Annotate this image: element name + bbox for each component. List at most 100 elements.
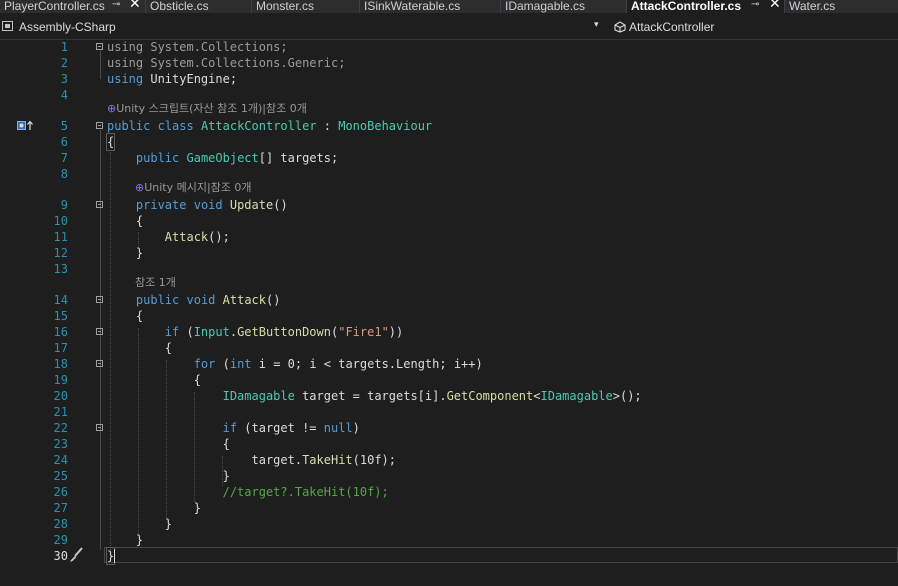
code-line[interactable]: 3 using UnityEngine;: [0, 71, 898, 87]
code-line[interactable]: 10 {: [0, 213, 898, 229]
brace: {: [107, 214, 144, 228]
codelens-unity-script[interactable]: ⊕Unity 스크립트(자산 참조 1개)|참조 0개: [107, 101, 307, 117]
code-line[interactable]: 29 }: [0, 532, 898, 548]
tab-obsticle[interactable]: Obsticle.cs: [146, 0, 252, 13]
code-line[interactable]: 21: [0, 404, 898, 420]
punctuation: <: [533, 389, 541, 403]
tab-isinkwaterable[interactable]: ISinkWaterable.cs: [360, 0, 501, 13]
line-number: 14: [53, 293, 68, 307]
brace: }: [107, 246, 144, 260]
type-name: IDamagable: [540, 389, 613, 403]
code-line[interactable]: 28 }: [0, 516, 898, 532]
code-line[interactable]: 14 public void Attack(): [0, 292, 898, 308]
line-number: 12: [53, 246, 68, 260]
line-number: 17: [53, 341, 68, 355]
keyword: public: [135, 293, 180, 307]
type-dropdown[interactable]: AttackController: [610, 15, 898, 39]
code-line[interactable]: 26 //target?.TakeHit(10f);: [0, 484, 898, 500]
line-number: 21: [53, 405, 68, 419]
punctuation: (10f);: [352, 453, 397, 467]
method-call: GetComponent: [446, 389, 534, 403]
line-number: 18: [53, 357, 68, 371]
keyword: public: [135, 151, 180, 165]
collapse-icon[interactable]: [96, 296, 103, 303]
collapse-icon[interactable]: [96, 122, 103, 129]
expression: target.: [107, 453, 303, 467]
pin-icon[interactable]: ⊸: [112, 0, 120, 11]
collapse-icon[interactable]: [96, 201, 103, 208]
collapse-icon[interactable]: [96, 43, 103, 50]
tab-label: Water.cs: [789, 0, 836, 13]
collapse-icon[interactable]: [96, 360, 103, 367]
tab-attackcontroller[interactable]: AttackController.cs ⊸ ✕: [627, 0, 785, 13]
namespace: UnityEngine;: [143, 72, 238, 86]
code-line[interactable]: 19 {: [0, 372, 898, 388]
line-number: 20: [53, 389, 68, 403]
csharp-project-icon: [2, 21, 13, 31]
codelens-unity-message[interactable]: ⊕Unity 메시지|참조 0개: [135, 180, 252, 196]
code-line[interactable]: 9 private void Update(): [0, 197, 898, 213]
code-line[interactable]: 30 }: [0, 547, 898, 565]
line-number: 22: [53, 421, 68, 435]
code-line[interactable]: 12 }: [0, 245, 898, 261]
unity-icon: ⊕: [107, 102, 117, 115]
brace: {: [107, 373, 201, 387]
code-line[interactable]: 16 if (Input.GetButtonDown("Fire1")): [0, 324, 898, 340]
line-number: 15: [53, 309, 68, 323]
code-line[interactable]: 7 public GameObject[] targets;: [0, 150, 898, 166]
code-line[interactable]: 22 if (target != null): [0, 420, 898, 436]
punctuation: >();: [612, 389, 642, 403]
tab-label: IDamagable.cs: [505, 0, 586, 13]
line-number: 23: [53, 437, 68, 451]
punctuation: .: [229, 325, 238, 339]
pin-icon[interactable]: ⊸: [751, 0, 759, 11]
keyword-using: using: [107, 56, 144, 70]
code-line[interactable]: 24 target.TakeHit(10f);: [0, 452, 898, 468]
tab-water[interactable]: Water.cs: [785, 0, 898, 13]
code-line[interactable]: 1 using System.Collections;: [0, 39, 898, 55]
collapse-icon[interactable]: [96, 328, 103, 335]
line-number: 1: [60, 40, 68, 54]
keyword: public: [107, 119, 151, 133]
code-line[interactable]: 27 }: [0, 500, 898, 516]
tab-label: Monster.cs: [256, 0, 315, 13]
document-tab-bar: PlayerController.cs ⊸ ✕ Obsticle.cs Mons…: [0, 0, 898, 13]
tab-playercontroller[interactable]: PlayerController.cs ⊸ ✕: [0, 0, 146, 13]
tab-label: AttackController.cs: [631, 0, 742, 13]
code-line[interactable]: 15 {: [0, 308, 898, 324]
brace: }: [107, 517, 173, 531]
method-call: Attack: [164, 230, 209, 244]
code-line[interactable]: 25 }: [0, 468, 898, 484]
code-line[interactable]: 23 {: [0, 436, 898, 452]
comment: //target?.TakeHit(10f);: [222, 485, 389, 499]
loop-expression: i = 0; i < targets.Length; i++): [251, 357, 483, 371]
code-line[interactable]: 11 Attack();: [0, 229, 898, 245]
punctuation: (: [215, 357, 230, 371]
keyword: if: [222, 421, 238, 435]
code-line[interactable]: 18 for (int i = 0; i < targets.Length; i…: [0, 356, 898, 372]
code-editor[interactable]: 1 using System.Collections; 2 using Syst…: [0, 40, 898, 586]
close-icon[interactable]: ✕: [769, 0, 781, 10]
line-number: 9: [60, 198, 68, 212]
tab-label: PlayerController.cs: [4, 0, 105, 13]
code-line[interactable]: 2 using System.Collections.Generic;: [0, 55, 898, 71]
code-line[interactable]: 6 {: [0, 133, 898, 151]
code-line[interactable]: 5 public class AttackController : MonoBe…: [0, 118, 898, 134]
codelens-references[interactable]: 참조 1개: [135, 275, 176, 291]
line-number: 29: [53, 533, 68, 547]
code-line[interactable]: 20 IDamagable target = targets[i].GetCom…: [0, 388, 898, 404]
line-number: 6: [60, 135, 68, 149]
brace: }: [107, 501, 201, 515]
code-line[interactable]: 17 {: [0, 340, 898, 356]
brace: {: [107, 341, 173, 355]
project-dropdown[interactable]: Assembly-CSharp ▾: [0, 15, 606, 39]
line-number: 8: [60, 167, 68, 181]
tab-idamagable[interactable]: IDamagable.cs: [501, 0, 627, 13]
brace: }: [107, 469, 230, 483]
tab-monster[interactable]: Monster.cs: [252, 0, 360, 13]
close-icon[interactable]: ✕: [129, 0, 141, 10]
collapse-icon[interactable]: [96, 424, 103, 431]
